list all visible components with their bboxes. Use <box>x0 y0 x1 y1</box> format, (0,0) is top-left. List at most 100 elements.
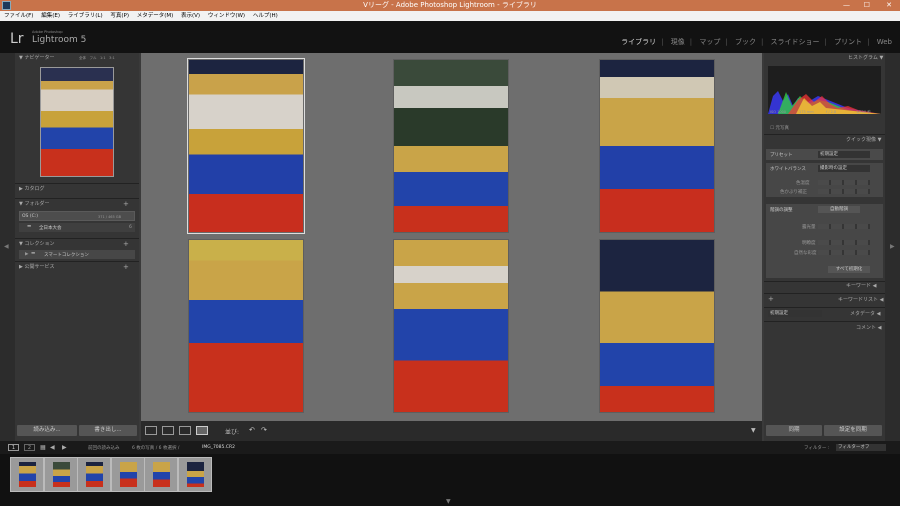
sync-settings-button[interactable]: 設定を同期 <box>824 425 882 436</box>
filmstrip-thumb[interactable] <box>144 457 178 492</box>
preset-dropdown[interactable]: 初期設定 <box>818 151 870 158</box>
module-map[interactable]: マップ <box>699 38 720 46</box>
filmstrip-collapse-icon[interactable]: ▼ <box>446 498 451 505</box>
menu-window[interactable]: ウィンドウ(W) <box>208 13 245 19</box>
minimize-button[interactable]: — <box>843 0 850 11</box>
grid-cell[interactable] <box>599 59 715 233</box>
add-folder-icon[interactable]: + <box>123 200 129 208</box>
folders-header[interactable]: ▼ フォルダー <box>19 200 49 208</box>
histogram-chart[interactable] <box>768 66 881 114</box>
add-keyword-icon[interactable]: + <box>768 295 774 303</box>
photo-thumbnail[interactable] <box>600 240 714 412</box>
survey-view-icon[interactable] <box>196 426 208 435</box>
grid-icon[interactable]: ▦ <box>40 444 46 451</box>
filter-dropdown[interactable]: フィルターオフ <box>836 444 886 451</box>
add-publish-icon[interactable]: + <box>123 263 129 271</box>
photo-thumbnail[interactable] <box>189 240 303 412</box>
grid-cell[interactable] <box>599 239 715 413</box>
white-balance-group: ホワイトバランス 撮影時の設定 色温度 色かぶり補正 <box>766 163 883 197</box>
exif-focal: 175 mm <box>799 110 814 114</box>
volume-space: 371 / 465 GB <box>98 214 121 219</box>
menu-file[interactable]: ファイル(F) <box>4 13 33 19</box>
left-edge[interactable]: ◀ <box>0 53 15 441</box>
original-photo-checkbox[interactable]: ☐ 元写真 <box>770 125 789 131</box>
expand-arrow-icon: ▶ <box>25 252 29 257</box>
photo-thumbnail[interactable] <box>600 60 714 232</box>
clarity-buttons[interactable] <box>818 240 870 245</box>
photo-thumbnail[interactable] <box>394 240 508 412</box>
grid-cell[interactable] <box>393 59 509 233</box>
vibrance-buttons[interactable] <box>818 250 870 255</box>
maximize-button[interactable]: ☐ <box>864 0 870 11</box>
menu-edit[interactable]: 編集(E) <box>41 13 60 19</box>
exposure-buttons[interactable] <box>818 224 870 229</box>
menu-help[interactable]: ヘルプ(H) <box>253 13 278 19</box>
export-button[interactable]: 書き出し... <box>79 425 137 436</box>
menu-photo[interactable]: 写真(P) <box>110 13 129 19</box>
module-develop[interactable]: 現像 <box>671 38 685 46</box>
metadata-preset-dropdown[interactable]: 初期設定 <box>768 310 822 317</box>
tint-buttons[interactable] <box>818 189 870 194</box>
navigator-preview[interactable] <box>40 67 114 177</box>
collections-header[interactable]: ▼ コレクション <box>19 240 54 248</box>
filmstrip-thumb[interactable] <box>10 457 44 492</box>
module-library[interactable]: ライブラリ <box>621 38 656 46</box>
grid-view-icon[interactable] <box>145 426 157 435</box>
exif-shutter: 1/500 秒 <box>856 110 871 114</box>
exif-iso: ISO 1000 <box>770 110 787 114</box>
temperature-buttons[interactable] <box>818 180 870 185</box>
quick-develop-header[interactable]: クイック現像 ▼ <box>846 136 881 144</box>
source-path[interactable]: 前回の読み込み <box>88 445 120 451</box>
metadata-header[interactable]: メタデータ ◀ <box>850 310 880 318</box>
toolbar-options-icon[interactable]: ▼ <box>751 427 756 434</box>
filmstrip-thumb[interactable] <box>178 457 212 492</box>
module-book[interactable]: ブック <box>735 38 756 46</box>
module-slideshow[interactable]: スライドショー <box>771 38 820 46</box>
catalog-header[interactable]: ▶ カタログ <box>19 185 44 193</box>
page-2-button[interactable]: 2 <box>24 444 35 451</box>
auto-tone-button[interactable]: 自動階調 <box>818 206 860 213</box>
back-icon[interactable]: ◀ <box>50 444 55 451</box>
keywording-header[interactable]: キーワード ◀ <box>846 282 876 290</box>
app-icon[interactable] <box>2 1 11 10</box>
navigator-header[interactable]: ▼ ナビゲーター <box>19 54 135 62</box>
filmstrip-thumb[interactable] <box>44 457 78 492</box>
histogram-header[interactable]: ヒストグラム ▼ <box>848 54 883 62</box>
smart-collection-row[interactable]: ▶ ▬ スマートコレクション <box>19 250 135 259</box>
right-edge[interactable]: ▶ <box>885 53 900 441</box>
menu-metadata[interactable]: メタデータ(M) <box>137 13 174 19</box>
add-collection-icon[interactable]: + <box>123 240 129 248</box>
menu-view[interactable]: 表示(V) <box>181 13 200 19</box>
forward-icon[interactable]: ▶ <box>62 444 67 451</box>
reset-all-button[interactable]: すべて初期化 <box>828 266 870 273</box>
menu-bar: ファイル(F) 編集(E) ライブラリ(L) 写真(P) メタデータ(M) 表示… <box>0 11 900 21</box>
photo-thumbnail[interactable] <box>189 60 303 232</box>
volume-name: OS (C:) <box>22 214 38 219</box>
page-1-button[interactable]: 1 <box>8 444 19 451</box>
module-print[interactable]: プリント <box>834 38 862 46</box>
filter-label: フィルター : <box>804 446 830 451</box>
import-button[interactable]: 読み込み... <box>17 425 77 436</box>
folder-item[interactable]: ▬ 全日本大会 6 <box>19 223 135 232</box>
keyword-list-header[interactable]: キーワードリスト ◀ <box>838 296 883 304</box>
comments-header[interactable]: コメント ◀ <box>856 324 881 332</box>
grid-cell[interactable] <box>188 239 304 413</box>
rotate-right-icon[interactable]: ↷ <box>261 426 267 434</box>
sync-button[interactable]: 同期 <box>766 425 822 436</box>
photo-thumbnail[interactable] <box>394 60 508 232</box>
white-balance-dropdown[interactable]: 撮影時の設定 <box>818 165 870 172</box>
publish-services-header[interactable]: ▶ 公開サービス <box>19 263 54 271</box>
compare-view-icon[interactable] <box>179 426 191 435</box>
navigator-zoom-options[interactable]: 全体 フル 1:1 3:1 <box>79 56 115 61</box>
filmstrip-thumb[interactable] <box>111 457 145 492</box>
loupe-view-icon[interactable] <box>162 426 174 435</box>
volume-row[interactable]: OS (C:) 371 / 465 GB <box>19 211 135 221</box>
grid-cell[interactable] <box>187 58 305 234</box>
right-panel: ヒストグラム ▼ ISO 1000 175 mm f / 2.8 1/500 秒… <box>764 53 885 441</box>
module-web[interactable]: Web <box>877 38 892 46</box>
filmstrip-thumb[interactable] <box>77 457 111 492</box>
close-button[interactable]: ✕ <box>886 0 892 11</box>
grid-cell[interactable] <box>393 239 509 413</box>
rotate-left-icon[interactable]: ↶ <box>249 426 255 434</box>
menu-library[interactable]: ライブラリ(L) <box>68 13 103 19</box>
